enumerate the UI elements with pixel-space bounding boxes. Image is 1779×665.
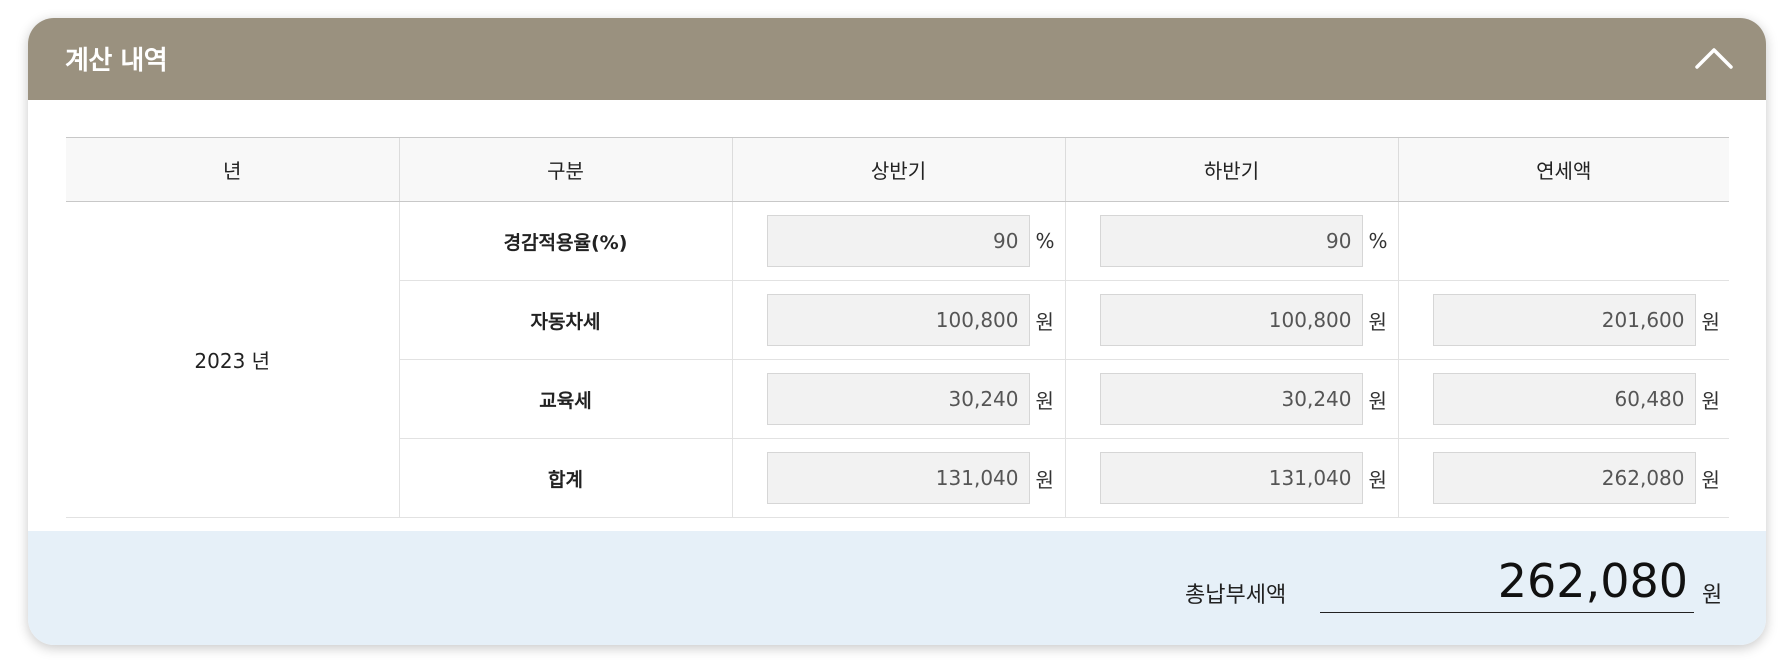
row-label: 합계 [398, 438, 732, 518]
car-tax-second-half[interactable] [1099, 294, 1363, 346]
unit-label: 원 [1701, 467, 1720, 492]
unit-label: 원 [1701, 309, 1720, 334]
year-cell: 2023 년 [66, 201, 399, 518]
unit-label: 원 [1035, 467, 1054, 492]
unit-label: % [1368, 229, 1388, 253]
education-tax-annual[interactable] [1432, 373, 1696, 425]
calculation-panel: 계산 내역 년 구분 상반기 하반기 연세액 2023 년 경감적용율(%) 9… [28, 18, 1766, 645]
total-tax-value: 262,080 [1320, 551, 1694, 613]
education-tax-second-half[interactable] [1099, 373, 1363, 425]
table-header-row: 년 구분 상반기 하반기 연세액 [66, 137, 1729, 202]
empty-annual-cell [1397, 201, 1729, 281]
calculation-table: 년 구분 상반기 하반기 연세액 2023 년 경감적용율(%) % [66, 137, 1729, 518]
total-tax-footer: 총납부세액 262,080 원 [28, 531, 1766, 645]
row-label: 교육세 [398, 359, 732, 439]
unit-label: 원 [1035, 309, 1054, 334]
education-tax-first-half[interactable] [766, 373, 1030, 425]
row-label: 자동차세 [398, 280, 732, 360]
collapse-button[interactable] [1692, 40, 1736, 76]
chevron-up-icon [1695, 48, 1733, 69]
unit-label: 원 [1035, 388, 1054, 413]
panel-header: 계산 내역 [28, 18, 1766, 100]
header-second-half: 하반기 [1064, 137, 1398, 202]
header-first-half: 상반기 [731, 137, 1065, 202]
total-tax-label: 총납부세액 [1185, 583, 1287, 608]
car-tax-first-half[interactable] [766, 294, 1030, 346]
total-annual[interactable] [1432, 452, 1696, 504]
total-second-half[interactable] [1099, 452, 1363, 504]
panel-title: 계산 내역 [65, 46, 168, 76]
row-label: 경감적용율(%) [398, 201, 732, 281]
car-tax-annual[interactable] [1432, 294, 1696, 346]
unit-label: 원 [1701, 388, 1720, 413]
table-row: 2023 년 경감적용율(%) % % [66, 201, 1729, 518]
total-tax-unit: 원 [1702, 583, 1723, 608]
unit-label: 원 [1368, 388, 1387, 413]
header-year: 년 [66, 137, 399, 202]
reduction-rate-second-half[interactable] [1099, 215, 1363, 267]
unit-label: 원 [1368, 309, 1387, 334]
unit-label: % [1035, 229, 1055, 253]
header-annual: 연세액 [1397, 137, 1729, 202]
reduction-rate-first-half[interactable] [766, 215, 1030, 267]
total-first-half[interactable] [766, 452, 1030, 504]
unit-label: 원 [1368, 467, 1387, 492]
header-category: 구분 [398, 137, 732, 202]
